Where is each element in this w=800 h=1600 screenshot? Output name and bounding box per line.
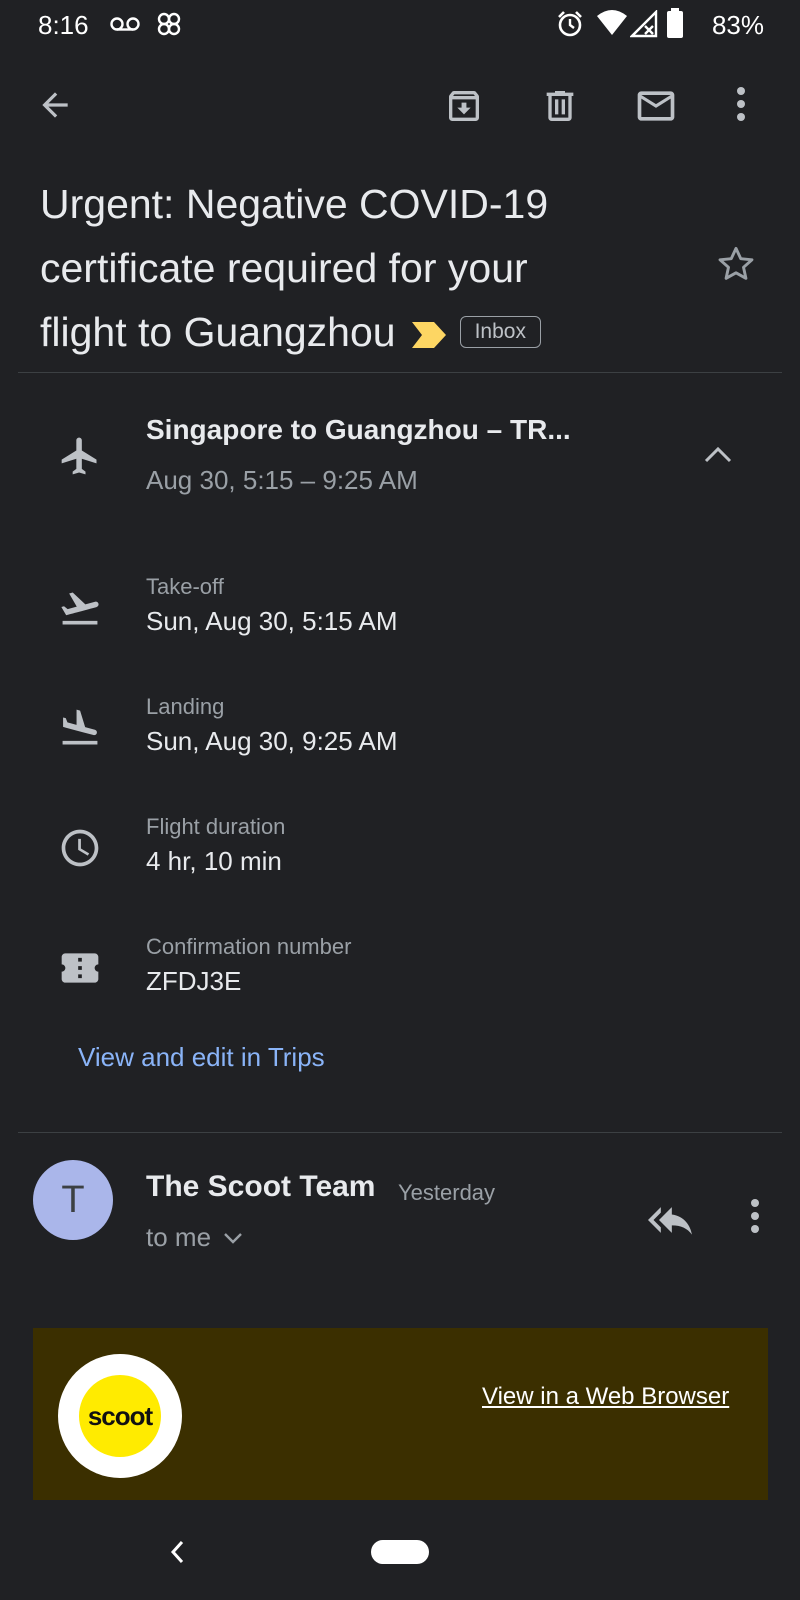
battery-icon xyxy=(666,8,684,38)
archive-icon[interactable] xyxy=(444,86,484,126)
confirmation-label: Confirmation number xyxy=(146,934,352,959)
subject-line: flight to Guangzhou xyxy=(40,309,396,355)
view-in-trips-link[interactable]: View and edit in Trips xyxy=(78,1042,325,1073)
message-time: Yesterday xyxy=(398,1180,496,1205)
reply-all-icon[interactable] xyxy=(648,1198,692,1242)
subject-line-last: flight to Guangzhou Inbox xyxy=(40,300,680,364)
takeoff-label: Take-off xyxy=(146,574,224,599)
confirmation-value: ZFDJ3E xyxy=(146,966,242,996)
delete-icon[interactable] xyxy=(540,86,580,126)
no-signal-icon xyxy=(630,10,658,38)
chevron-down-icon xyxy=(223,1232,243,1244)
divider xyxy=(18,372,782,373)
important-marker-icon[interactable] xyxy=(411,322,446,349)
subject-line: Urgent: Negative COVID-19 xyxy=(40,181,549,227)
landing-icon xyxy=(58,706,102,750)
subject-line: certificate required for your xyxy=(40,245,528,291)
mark-unread-icon[interactable] xyxy=(634,84,678,128)
status-time: 8:16 xyxy=(38,10,89,40)
scoot-logo-text: scoot xyxy=(79,1375,161,1457)
takeoff-value: Sun, Aug 30, 5:15 AM xyxy=(146,606,398,636)
landing-value: Sun, Aug 30, 9:25 AM xyxy=(146,726,398,756)
duration-label: Flight duration xyxy=(146,814,286,839)
trip-title[interactable]: Singapore to Guangzhou – TR... xyxy=(146,414,571,446)
nav-back-icon[interactable] xyxy=(168,1538,188,1566)
sender-name[interactable]: The Scoot Team xyxy=(146,1170,375,1204)
duration-value: 4 hr, 10 min xyxy=(146,846,282,876)
avatar[interactable]: T xyxy=(33,1160,113,1240)
divider xyxy=(18,1132,782,1133)
clock-icon xyxy=(58,826,102,870)
view-in-browser-link[interactable]: View in a Web Browser xyxy=(482,1383,729,1411)
battery-percent: 83% xyxy=(711,10,764,40)
ticket-icon xyxy=(58,946,102,990)
star-icon[interactable] xyxy=(714,242,758,286)
voicemail-icon xyxy=(110,16,140,32)
more-vert-icon[interactable] xyxy=(736,86,746,122)
back-arrow-icon[interactable] xyxy=(36,86,74,124)
message-more-icon[interactable] xyxy=(750,1198,760,1234)
recipient-toggle[interactable]: to me xyxy=(146,1222,243,1253)
airplane-icon xyxy=(58,434,102,478)
wifi-icon xyxy=(596,10,628,36)
nav-home-pill[interactable] xyxy=(371,1540,429,1564)
email-subject: Urgent: Negative COVID-19 certificate re… xyxy=(40,172,680,364)
inbox-label-chip[interactable]: Inbox xyxy=(459,316,541,349)
takeoff-icon xyxy=(58,586,102,630)
landing-label: Landing xyxy=(146,694,225,719)
scoot-logo: scoot xyxy=(58,1354,182,1478)
alarm-icon xyxy=(556,10,584,38)
pinwheel-icon xyxy=(155,10,183,38)
trip-times: Aug 30, 5:15 – 9:25 AM xyxy=(146,465,418,495)
chevron-up-icon[interactable] xyxy=(704,446,732,464)
recipient-text: to me xyxy=(146,1222,212,1252)
